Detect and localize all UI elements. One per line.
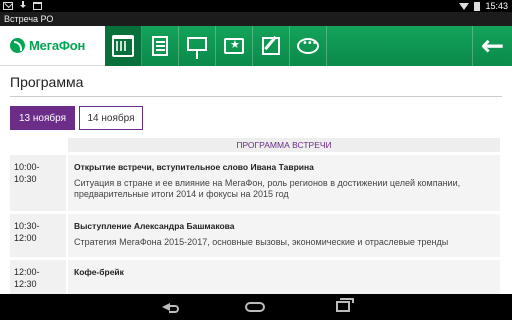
folder-star-icon (224, 38, 244, 54)
main-content: Программа 13 ноября 14 ноября ПРОГРАММА … (0, 66, 512, 296)
nav-favorites-button[interactable] (216, 26, 253, 66)
row-title: Открытие встречи, вступительное слово Ив… (74, 162, 314, 172)
back-button[interactable]: ← (472, 26, 512, 66)
system-nav-bar (0, 294, 512, 320)
row-body: Выступление Александра Башмакова Стратег… (68, 214, 500, 257)
app-toolbar: МегаФон ← (0, 26, 512, 66)
presentation-icon (187, 37, 207, 59)
notification-icons (3, 1, 42, 10)
back-arrow-icon: ← (480, 29, 505, 62)
nav-back-icon[interactable] (160, 300, 179, 314)
nav-notes-button[interactable] (253, 26, 290, 66)
tab-14-november[interactable]: 14 ноября (79, 106, 143, 130)
row-description: Ситуация в стране и ее влияние на МегаФо… (74, 178, 461, 199)
row-body: Кофе-брейк (68, 260, 500, 296)
document-icon (152, 36, 168, 56)
status-bar: 15:43 (0, 0, 512, 12)
calendar-icon (112, 35, 134, 57)
nav-chat-button[interactable] (290, 26, 327, 66)
chat-icon (297, 38, 319, 54)
row-time: 12:00- 12:30 (10, 260, 66, 296)
row-time: 10:00- 10:30 (10, 155, 66, 211)
row-title: Кофе-брейк (74, 267, 124, 277)
time-start: 12:00- (14, 267, 40, 277)
table-row[interactable]: 12:00- 12:30 Кофе-брейк (10, 260, 500, 296)
window-title: Встреча РО (0, 12, 512, 26)
row-time: 10:30- 12:00 (10, 214, 66, 257)
row-description: Стратегия МегаФона 2015-2017, основные в… (74, 237, 449, 247)
time-end: 12:30 (14, 279, 37, 289)
title-divider (10, 96, 502, 97)
program-table: ПРОГРАММА ВСТРЕЧИ 10:00- 10:30 Открытие … (10, 138, 500, 296)
table-row[interactable]: 10:30- 12:00 Выступление Александра Башм… (10, 214, 500, 257)
nav-recents-icon[interactable] (336, 298, 354, 312)
table-header: ПРОГРАММА ВСТРЕЧИ (68, 138, 500, 152)
table-row[interactable]: 10:00- 10:30 Открытие встречи, вступител… (10, 155, 500, 211)
download-icon (19, 1, 27, 10)
nav-presentations-button[interactable] (179, 26, 216, 66)
row-body: Открытие встречи, вступительное слово Ив… (68, 155, 500, 211)
clock: 15:43 (485, 1, 508, 11)
row-title: Выступление Александра Башмакова (74, 221, 235, 231)
mail-icon (3, 1, 13, 10)
megafon-logo-icon (10, 38, 25, 53)
system-icons: 15:43 (459, 0, 508, 12)
nav-program-button[interactable] (105, 26, 142, 66)
megafon-logo: МегаФон (0, 26, 105, 66)
nav-documents-button[interactable] (142, 26, 179, 66)
time-end: 12:00 (14, 233, 37, 243)
logo-text: МегаФон (29, 38, 86, 53)
time-start: 10:00- (14, 162, 40, 172)
wifi-icon (459, 2, 470, 10)
page-title: Программа (10, 74, 84, 90)
time-end: 10:30 (14, 174, 37, 184)
edit-icon (262, 37, 280, 55)
store-icon (33, 1, 42, 10)
tab-13-november[interactable]: 13 ноября (10, 106, 75, 130)
nav-home-icon[interactable] (245, 302, 265, 312)
battery-icon (474, 1, 481, 11)
time-start: 10:30- (14, 221, 40, 231)
